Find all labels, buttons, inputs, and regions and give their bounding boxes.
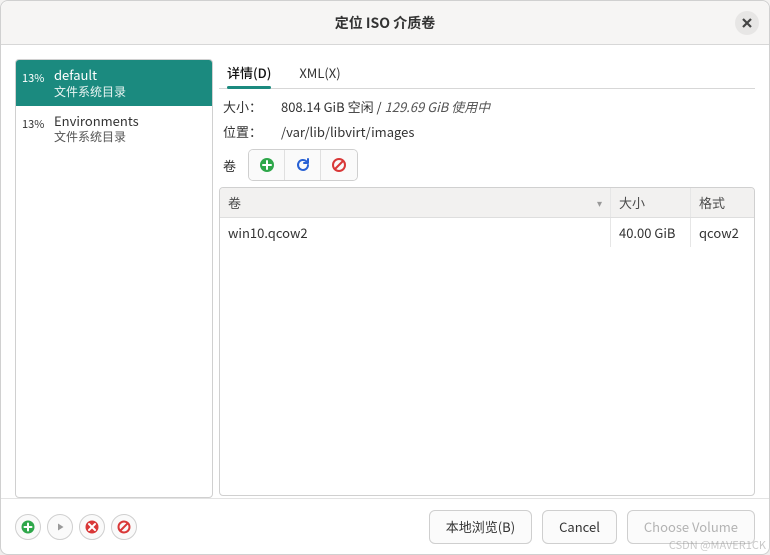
refresh-volumes-button[interactable] <box>285 150 321 180</box>
table-row[interactable]: win10.qcow2 40.00 GiB qcow2 <box>220 218 754 247</box>
dialog-footer: 本地浏览(B) Cancel Choose Volume <box>1 498 769 554</box>
pool-subtitle: 文件系统目录 <box>54 84 126 100</box>
dialog-body: 13% default 文件系统目录 13% Environments 文件系统… <box>1 45 769 498</box>
size-label: 大小： <box>223 97 271 116</box>
dialog-window: 定位 ISO 介质卷 13% default 文件系统目录 13% Enviro… <box>0 0 770 555</box>
volume-toolbar-buttons <box>248 149 358 181</box>
add-volume-button[interactable] <box>249 150 285 180</box>
cell-size: 40.00 GiB <box>610 218 690 247</box>
sidebar-item-default[interactable]: 13% default 文件系统目录 <box>16 60 212 106</box>
browse-local-button[interactable]: 本地浏览(B) <box>429 510 532 544</box>
forbid-icon <box>117 520 131 534</box>
window-title: 定位 ISO 介质卷 <box>335 13 436 33</box>
storage-pool-sidebar: 13% default 文件系统目录 13% Environments 文件系统… <box>15 59 213 498</box>
plus-icon <box>21 520 35 534</box>
tab-details[interactable]: 详情(D) <box>227 63 271 88</box>
close-button[interactable] <box>735 11 759 35</box>
delete-volume-button[interactable] <box>321 150 357 180</box>
pool-usage-percent: 13% <box>22 66 48 86</box>
sort-indicator-icon: ▾ <box>597 195 602 210</box>
close-icon <box>741 17 753 29</box>
watermark: CSDN @MAVER1CK <box>669 537 766 553</box>
volume-toolbar-label: 卷 <box>223 156 240 175</box>
cancel-button[interactable]: Cancel <box>542 510 617 544</box>
pool-subtitle: 文件系统目录 <box>54 129 139 145</box>
pool-name: Environments <box>54 112 139 130</box>
table-header: 卷▾ 大小 格式 <box>220 188 754 218</box>
col-format[interactable]: 格式 <box>690 188 754 217</box>
tabs: 详情(D) XML(X) <box>219 59 755 89</box>
refresh-icon <box>295 157 311 173</box>
titlebar: 定位 ISO 介质卷 <box>1 1 769 45</box>
location-value: /var/lib/libvirt/images <box>281 122 751 141</box>
pool-action-buttons <box>15 514 137 540</box>
pool-info: 大小： 808.14 GiB 空闲 / 129.69 GiB 使用中 位置： /… <box>219 89 755 145</box>
pool-usage-percent: 13% <box>22 112 48 132</box>
volume-toolbar: 卷 <box>219 145 755 187</box>
cell-name: win10.qcow2 <box>220 218 610 247</box>
stop-icon <box>85 520 99 534</box>
cell-format: qcow2 <box>690 218 754 247</box>
size-value: 808.14 GiB 空闲 / 129.69 GiB 使用中 <box>281 97 751 116</box>
delete-pool-button[interactable] <box>111 514 137 540</box>
col-name[interactable]: 卷▾ <box>220 188 610 217</box>
forbid-icon <box>331 157 347 173</box>
add-pool-button[interactable] <box>15 514 41 540</box>
location-label: 位置： <box>223 122 271 141</box>
play-icon <box>53 520 67 534</box>
start-pool-button[interactable] <box>47 514 73 540</box>
stop-pool-button[interactable] <box>79 514 105 540</box>
tab-xml[interactable]: XML(X) <box>299 63 340 88</box>
plus-icon <box>259 157 275 173</box>
pool-name: default <box>54 66 126 84</box>
main-panel: 详情(D) XML(X) 大小： 808.14 GiB 空闲 / 129.69 … <box>219 59 755 498</box>
sidebar-item-environments[interactable]: 13% Environments 文件系统目录 <box>16 106 212 152</box>
volumes-table: 卷▾ 大小 格式 win10.qcow2 40.00 GiB qcow2 <box>219 187 755 496</box>
col-size[interactable]: 大小 <box>610 188 690 217</box>
